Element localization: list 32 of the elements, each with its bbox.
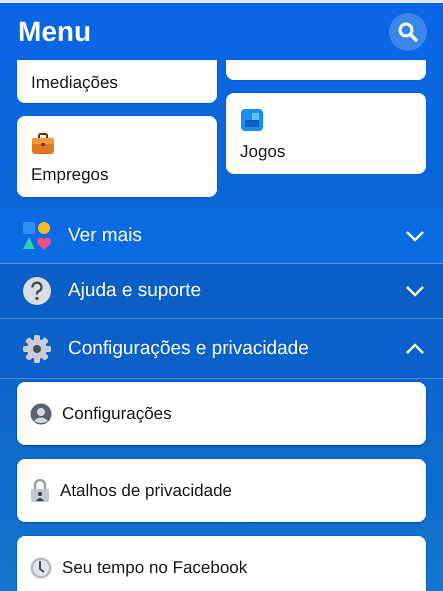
gear-icon xyxy=(22,334,52,364)
shortcut-card[interactable]: Empregos xyxy=(17,116,217,197)
game-icon xyxy=(240,108,264,132)
person-icon xyxy=(30,402,52,424)
chevron-down-icon xyxy=(405,285,425,297)
section-row[interactable]: Configurações e privacidade xyxy=(0,319,443,379)
shortcut-card[interactable]: Jogos xyxy=(226,93,426,174)
section-label: Ver mais xyxy=(68,225,143,247)
search-button[interactable] xyxy=(389,12,427,50)
chevron-down-icon xyxy=(405,230,425,242)
shortcut-label: Jogos xyxy=(240,142,286,162)
settings-label: Atalhos de privacidade xyxy=(60,480,232,500)
shapes-icon xyxy=(22,221,52,251)
settings-item[interactable]: Seu tempo no Facebook xyxy=(17,536,426,591)
clock-icon xyxy=(30,556,52,578)
settings-item[interactable]: Atalhos de privacidade xyxy=(17,459,426,522)
lock-icon xyxy=(30,478,50,502)
help-icon xyxy=(22,276,52,306)
shortcut-label: Imediações xyxy=(31,73,119,93)
settings-item[interactable]: Configurações xyxy=(17,382,426,445)
section-label: Ajuda e suporte xyxy=(68,280,202,302)
shortcut-label: Empregos xyxy=(31,165,110,185)
menu-title: Menu xyxy=(18,16,92,48)
settings-label: Seu tempo no Facebook xyxy=(62,558,248,578)
briefcase-icon xyxy=(31,133,55,155)
section-label: Configurações e privacidade xyxy=(68,338,310,360)
settings-label: Configurações xyxy=(62,404,172,424)
shortcut-card[interactable]: Imediações xyxy=(17,60,217,103)
section-row[interactable]: Ver mais xyxy=(0,209,443,264)
section-row[interactable]: Ajuda e suporte xyxy=(0,264,443,319)
chevron-up-icon xyxy=(405,342,425,354)
search-icon xyxy=(397,20,419,42)
